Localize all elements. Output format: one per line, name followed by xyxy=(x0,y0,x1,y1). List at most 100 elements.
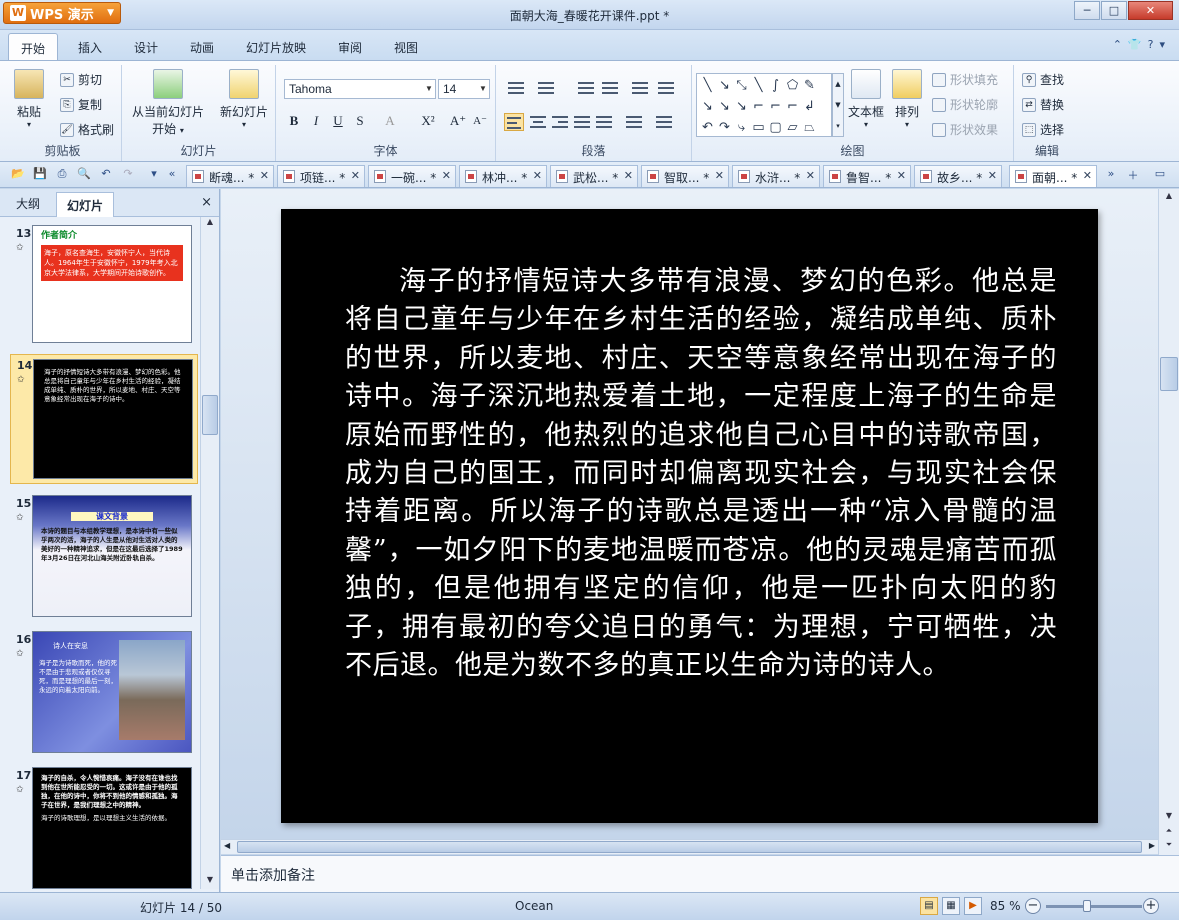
copy-button[interactable]: ⎘ 复制 xyxy=(60,96,102,113)
paragraph-spacing-icon[interactable] xyxy=(654,113,674,131)
superscript-icon[interactable]: X² xyxy=(418,111,438,131)
decrease-indent-icon[interactable] xyxy=(576,79,596,97)
zoom-slider-knob[interactable] xyxy=(1082,900,1091,912)
doc-tab-active[interactable]: 面朝... * ✕ xyxy=(1009,165,1097,187)
doc-tab[interactable]: 鲁智... * ✕ xyxy=(823,165,911,187)
tab-slides[interactable]: 幻灯片 xyxy=(56,192,115,217)
font-color-icon[interactable]: A xyxy=(380,111,400,131)
shapes-gallery[interactable]: ╲ ↘ ⤡ ╲ ∫ ⬠ ✎ ↘ ↘ ↘ ⌐ ⌐ ⌐ ↲ ↶ ↷ ⤷ ▭ ▢ ▱ ⏢ xyxy=(696,73,832,137)
scroll-tabs-right-icon[interactable]: » xyxy=(1103,167,1119,183)
doc-tab[interactable]: 武松... * ✕ xyxy=(550,165,638,187)
tab-outline[interactable]: 大纲 xyxy=(16,195,40,212)
tab-animation[interactable]: 动画 xyxy=(190,39,214,56)
slide-sorter-icon[interactable]: ▦ xyxy=(942,897,960,915)
textbox-button[interactable]: 文本框 ▾ xyxy=(844,69,888,129)
tab-design[interactable]: 设计 xyxy=(134,39,158,56)
line-shape-icon[interactable]: ╲ xyxy=(699,75,716,96)
curve-shape-icon[interactable]: ∫ xyxy=(767,75,784,96)
scroll-down-icon[interactable]: ▼ xyxy=(201,875,219,889)
doc-tab[interactable]: 项链... * ✕ xyxy=(277,165,365,187)
font-size-combo[interactable]: 14 ▼ xyxy=(438,79,490,99)
scrollbar-thumb[interactable] xyxy=(202,395,218,435)
play-from-current-button[interactable]: 从当前幻灯片 开始 ▾ xyxy=(128,69,208,137)
freeform-shape-icon[interactable]: ⬠ xyxy=(784,75,801,96)
close-tab-icon[interactable]: ✕ xyxy=(260,169,269,182)
curved-connector-icon[interactable]: ↶ xyxy=(699,117,716,138)
grow-font-icon[interactable]: A⁺ xyxy=(448,111,468,131)
select-button[interactable]: ⬚ 选择 xyxy=(1022,121,1064,138)
shapes-gallery-scroll[interactable]: ▲ ▼ ▾ xyxy=(832,73,844,137)
elbow-connector-icon[interactable]: ⌐ xyxy=(767,96,784,117)
format-painter-button[interactable]: 🖌 格式刷 xyxy=(60,121,114,138)
numbered-list-icon[interactable] xyxy=(536,79,556,97)
arrow-shape-icon[interactable]: ↘ xyxy=(733,96,750,117)
redo-icon[interactable]: ↷ xyxy=(120,167,136,183)
maximize-button[interactable]: □ xyxy=(1101,1,1127,20)
cut-button[interactable]: ✂ 剪切 xyxy=(60,71,102,88)
scroll-tabs-left-icon[interactable]: « xyxy=(164,167,180,183)
notes-pane[interactable]: 单击添加备注 xyxy=(221,855,1179,892)
normal-view-icon[interactable]: ▤ xyxy=(920,897,938,915)
close-tab-icon[interactable]: ✕ xyxy=(806,169,815,182)
new-tab-icon[interactable]: ＋ xyxy=(1125,167,1141,183)
undo-icon[interactable]: ↶ xyxy=(98,167,114,183)
tab-list-icon[interactable]: ▭ xyxy=(1152,167,1168,183)
find-button[interactable]: ⚲ 查找 xyxy=(1022,71,1064,88)
shape-fill-button[interactable]: 形状填充 xyxy=(932,71,998,88)
close-panel-icon[interactable]: × xyxy=(201,195,212,210)
arrow-shape-icon[interactable]: ↘ xyxy=(716,75,733,96)
trapezoid-shape-icon[interactable]: ⏢ xyxy=(801,117,818,138)
align-center-icon[interactable] xyxy=(528,113,548,131)
bullet-list-icon[interactable] xyxy=(506,79,526,97)
thumbnail-scrollbar[interactable]: ▲ ▼ xyxy=(200,217,219,889)
curved-connector-icon[interactable]: ↲ xyxy=(801,96,818,117)
help-icon[interactable]: ? xyxy=(1148,38,1160,51)
paste-button[interactable]: 粘贴 ▾ xyxy=(10,69,48,129)
print-icon[interactable]: ⎙ xyxy=(54,167,70,183)
previous-slide-icon[interactable]: ⏶ xyxy=(1159,826,1179,840)
text-direction-icon[interactable] xyxy=(630,79,650,97)
scrollbar-thumb[interactable] xyxy=(237,841,1142,853)
slide-thumbnail-15[interactable]: 15 ✩ 课文背景 本诗的题目与本组教学理想，是本诗中有一些似乎两次的活，海子的… xyxy=(10,493,198,619)
slideshow-play-icon[interactable]: ▶ xyxy=(964,897,982,915)
elbow-connector-icon[interactable]: ⌐ xyxy=(750,96,767,117)
close-tab-icon[interactable]: ✕ xyxy=(715,169,724,182)
underline-button[interactable]: U xyxy=(328,111,348,131)
minimize-button[interactable]: ─ xyxy=(1074,1,1100,20)
doc-tab[interactable]: 林冲... * ✕ xyxy=(459,165,547,187)
customize-toolbar-icon[interactable]: ▾ xyxy=(146,167,162,183)
scrollbar-thumb[interactable] xyxy=(1160,357,1178,391)
print-preview-icon[interactable]: 🔍 xyxy=(76,167,92,183)
scroll-up-icon[interactable]: ▲ xyxy=(201,217,219,231)
rounded-rect-shape-icon[interactable]: ▢ xyxy=(767,117,784,138)
tab-home[interactable]: 开始 xyxy=(8,33,59,60)
elbow-connector-icon[interactable]: ⌐ xyxy=(784,96,801,117)
bold-button[interactable]: B xyxy=(284,111,304,131)
slide-thumbnail-13[interactable]: 13 ✩ 作者简介 海子，原名查海生，安徽怀宁人，当代诗人。1964年生于安徽怀… xyxy=(10,223,198,345)
close-tab-icon[interactable]: ✕ xyxy=(533,169,542,182)
shrink-font-icon[interactable]: A⁻ xyxy=(470,111,490,131)
tab-slideshow[interactable]: 幻灯片放映 xyxy=(246,39,306,56)
zoom-out-icon[interactable]: − xyxy=(1025,898,1041,914)
tab-view[interactable]: 视图 xyxy=(394,39,418,56)
scroll-down-icon[interactable]: ▼ xyxy=(1159,811,1179,825)
save-icon[interactable]: 💾 xyxy=(32,167,48,183)
slide-vertical-scrollbar[interactable]: ▲ ▼ ⏶ ⏷ xyxy=(1158,189,1179,855)
increase-indent-icon[interactable] xyxy=(600,79,620,97)
doc-tab[interactable]: 智取... * ✕ xyxy=(641,165,729,187)
close-tab-icon[interactable]: ✕ xyxy=(897,169,906,182)
italic-button[interactable]: I xyxy=(306,111,326,131)
rectangle-shape-icon[interactable]: ▭ xyxy=(750,117,767,138)
slide-thumbnail-16[interactable]: 16 ✩ 诗人在安息 海子是为诗歌而死，他的死不是由于悲观或者仅仅寻死，而是理想… xyxy=(10,629,198,755)
arrow-shape-icon[interactable]: ↘ xyxy=(699,96,716,117)
curved-connector-icon[interactable]: ⤷ xyxy=(733,117,750,138)
chevron-down-icon[interactable]: ▾ xyxy=(1159,38,1171,51)
close-tab-icon[interactable]: ✕ xyxy=(988,169,997,182)
zoom-in-icon[interactable]: + xyxy=(1143,898,1159,914)
align-left-icon[interactable] xyxy=(504,113,524,131)
open-folder-icon[interactable]: 📂 xyxy=(10,167,26,183)
distribute-icon[interactable] xyxy=(594,113,614,131)
slide-horizontal-scrollbar[interactable]: ◀ ▶ xyxy=(221,839,1158,854)
scroll-right-icon[interactable]: ▶ xyxy=(1149,841,1155,850)
doc-tab[interactable]: 水浒... * ✕ xyxy=(732,165,820,187)
